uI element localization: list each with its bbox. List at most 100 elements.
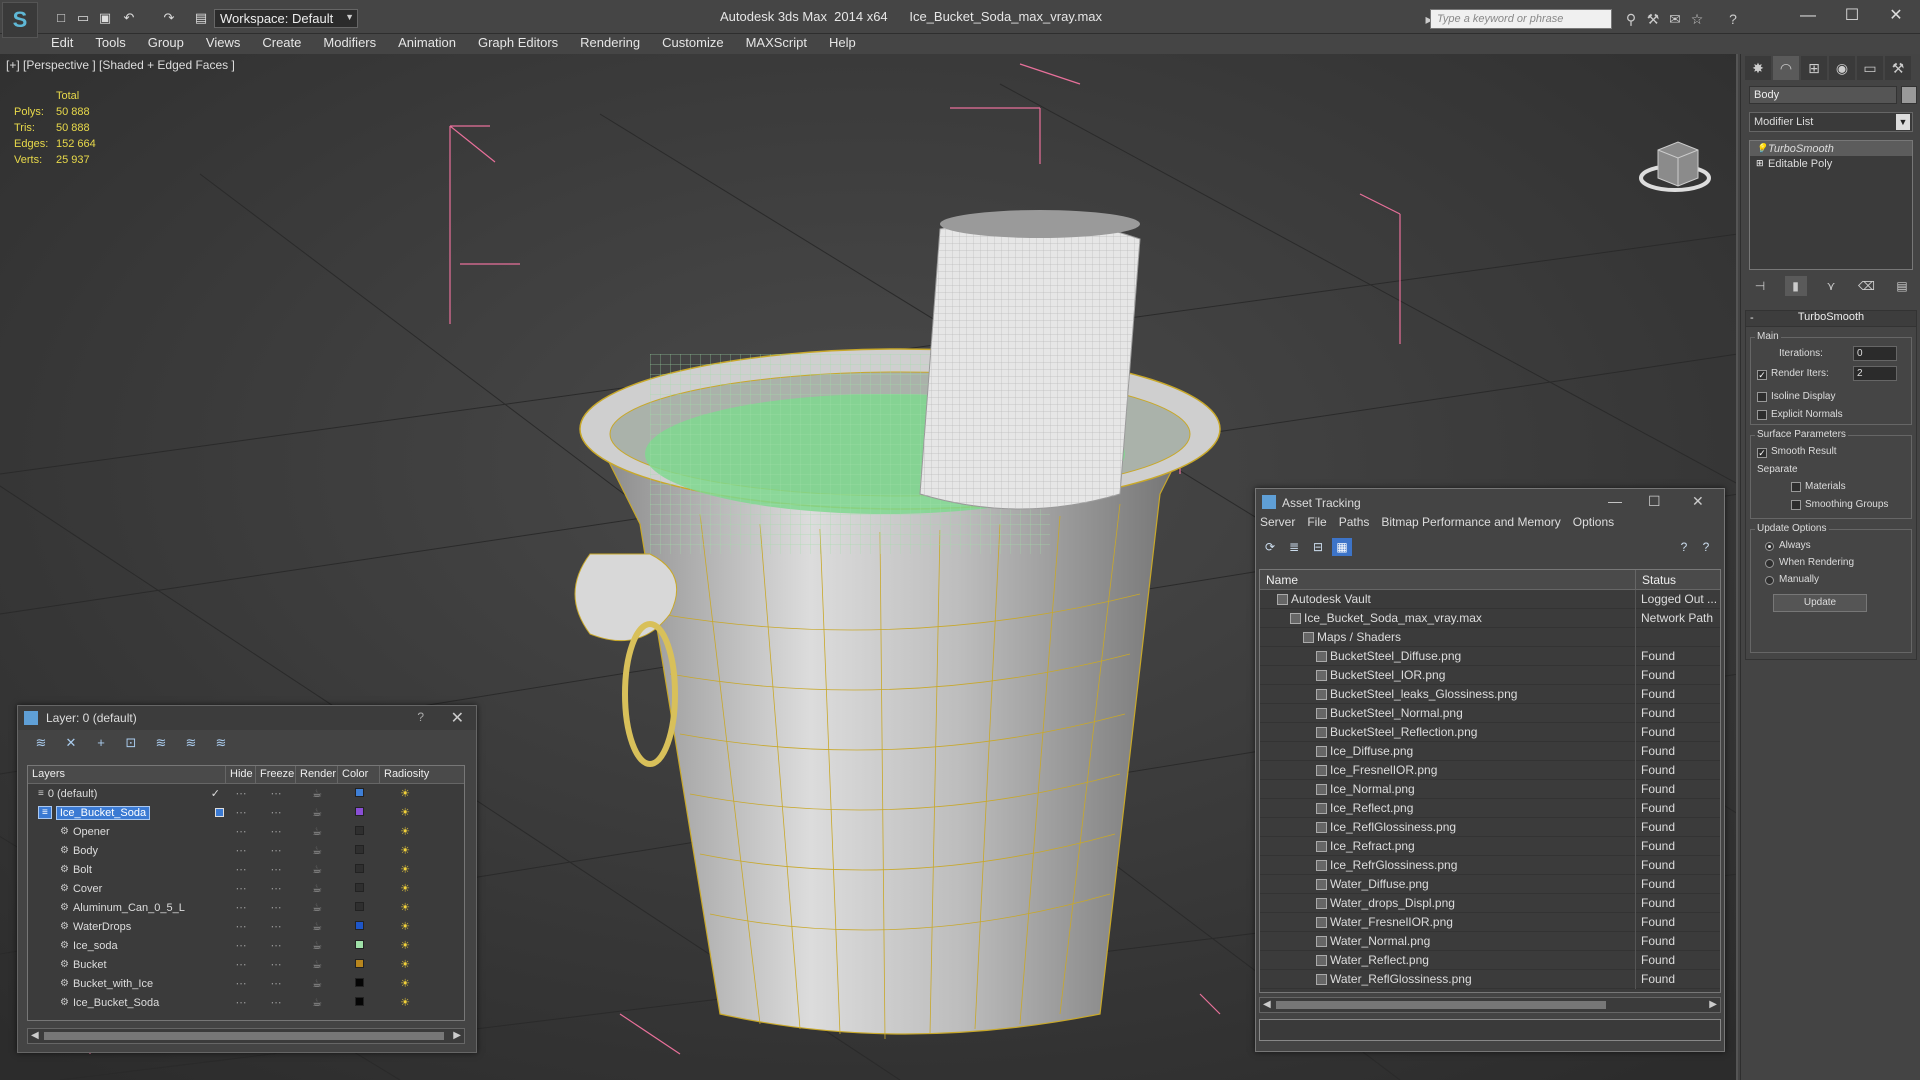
color-swatch-cell[interactable] xyxy=(338,958,380,971)
radiosity-icon[interactable]: ☀ xyxy=(380,920,430,933)
color-swatch-cell[interactable] xyxy=(338,977,380,990)
color-swatch[interactable] xyxy=(354,844,364,854)
asset-row[interactable]: Ice_ReflGlossiness.png Found xyxy=(1260,817,1720,837)
horizontal-scrollbar[interactable]: ◀ ▶ xyxy=(1259,997,1721,1013)
configure-sets-icon[interactable]: ▤ xyxy=(1891,276,1913,296)
asset-name-cell[interactable]: Maps / Shaders xyxy=(1260,627,1636,647)
freeze-toggle[interactable]: ⋯ xyxy=(256,958,296,971)
freeze-toggle[interactable]: ⋯ xyxy=(256,920,296,933)
radiosity-icon[interactable]: ☀ xyxy=(380,901,430,914)
close-icon[interactable]: ✕ xyxy=(1874,2,1918,30)
freeze-toggle[interactable]: ⋯ xyxy=(256,996,296,1009)
maximize-icon[interactable]: ☐ xyxy=(1830,2,1874,30)
render-teapot-icon[interactable]: ☕ xyxy=(296,844,338,857)
help-icon[interactable]: ? xyxy=(1724,10,1742,28)
layer-row[interactable]: ≡ 0 (default) ✓ ⋯ ⋯ ☕ ☀ xyxy=(28,784,464,803)
modifier-list-dropdown[interactable]: Modifier List ▼ xyxy=(1749,112,1913,132)
show-end-result-icon[interactable]: ▮ xyxy=(1784,276,1807,296)
asset-row[interactable]: Water_FresnelIOR.png Found xyxy=(1260,912,1720,932)
stack-item-turbosmooth[interactable]: 💡 TurboSmooth xyxy=(1750,141,1912,156)
asset-name-cell[interactable]: BucketSteel_IOR.png xyxy=(1260,665,1636,685)
layer-row[interactable]: ⚙ WaterDrops ⋯ ⋯ ☕ ☀ xyxy=(28,917,464,936)
radiosity-icon[interactable]: ☀ xyxy=(380,882,430,895)
freeze-toggle[interactable]: ⋯ xyxy=(256,939,296,952)
isoline-checkbox[interactable] xyxy=(1757,392,1767,402)
asset-row[interactable]: BucketSteel_leaks_Glossiness.png Found xyxy=(1260,684,1720,704)
radiosity-icon[interactable]: ☀ xyxy=(380,939,430,952)
menu-customize[interactable]: Customize xyxy=(651,34,734,52)
hierarchy-tab-icon[interactable]: ⊞ xyxy=(1801,56,1827,80)
asset-row[interactable]: Maps / Shaders xyxy=(1260,627,1720,647)
layer-name-cell[interactable]: ⚙ Ice_Bucket_Soda xyxy=(28,997,226,1009)
col-radiosity[interactable]: Radiosity xyxy=(380,766,440,783)
menu-paths[interactable]: Paths xyxy=(1339,515,1370,535)
layer-row[interactable]: ⚙ Cover ⋯ ⋯ ☕ ☀ xyxy=(28,879,464,898)
freeze-all-layers-icon[interactable]: ≋ xyxy=(210,733,232,753)
color-swatch[interactable] xyxy=(354,977,364,987)
display-tab-icon[interactable]: ▭ xyxy=(1857,56,1883,80)
layer-row[interactable]: ⚙ Bucket ⋯ ⋯ ☕ ☀ xyxy=(28,955,464,974)
hide-toggle[interactable]: ⋯ xyxy=(226,920,256,933)
layer-row[interactable]: ⚙ Body ⋯ ⋯ ☕ ☀ xyxy=(28,841,464,860)
redo-icon[interactable]: ↷ xyxy=(160,10,178,26)
color-swatch[interactable] xyxy=(354,806,364,816)
freeze-toggle[interactable]: ⋯ xyxy=(256,901,296,914)
hide-toggle[interactable]: ⋯ xyxy=(226,787,256,800)
layer-name-cell[interactable]: ⚙ Aluminum_Can_0_5_L xyxy=(28,902,226,914)
hide-toggle[interactable]: ⋯ xyxy=(226,863,256,876)
render-iters-spinner[interactable]: 2 xyxy=(1853,366,1897,381)
layer-row[interactable]: ⚙ Ice_Bucket_Soda ⋯ ⋯ ☕ ☀ xyxy=(28,993,464,1012)
render-teapot-icon[interactable]: ☕ xyxy=(296,863,338,876)
render-iters-checkbox[interactable]: ✓ xyxy=(1757,370,1767,380)
expand-plus-icon[interactable]: ⊞ xyxy=(1756,158,1768,169)
add-to-layer-icon[interactable]: + xyxy=(90,733,112,753)
delete-layer-icon[interactable]: ✕ xyxy=(60,733,82,753)
hide-toggle[interactable]: ⋯ xyxy=(226,806,256,819)
menu-modifiers[interactable]: Modifiers xyxy=(312,34,387,52)
smooth-result-checkbox[interactable]: ✓ xyxy=(1757,448,1767,458)
close-icon[interactable]: ✕ xyxy=(451,708,464,728)
asset-path-field[interactable] xyxy=(1259,1019,1721,1041)
hide-toggle[interactable]: ⋯ xyxy=(226,825,256,838)
current-layer-toggle[interactable] xyxy=(215,808,224,817)
stack-item-editable-poly[interactable]: ⊞ Editable Poly xyxy=(1750,156,1912,171)
lightbulb-icon[interactable]: 💡 xyxy=(1756,143,1768,154)
asset-row[interactable]: Ice_Diffuse.png Found xyxy=(1260,741,1720,761)
object-name-field[interactable]: Body xyxy=(1749,86,1897,104)
col-render[interactable]: Render xyxy=(296,766,338,783)
render-teapot-icon[interactable]: ☕ xyxy=(296,996,338,1009)
asset-name-cell[interactable]: Water_Normal.png xyxy=(1260,931,1636,951)
menu-help[interactable]: Help xyxy=(818,34,867,52)
asset-name-cell[interactable]: Ice_Diffuse.png xyxy=(1260,741,1636,761)
motion-tab-icon[interactable]: ◉ xyxy=(1829,56,1855,80)
save-file-icon[interactable]: ▣ xyxy=(96,10,114,26)
layer-row[interactable]: ⚙ Bucket_with_Ice ⋯ ⋯ ☕ ☀ xyxy=(28,974,464,993)
asset-name-cell[interactable]: Autodesk Vault xyxy=(1260,589,1636,609)
asset-row[interactable]: Ice_Normal.png Found xyxy=(1260,779,1720,799)
help-icon[interactable]: ? xyxy=(1674,538,1694,556)
color-swatch-cell[interactable] xyxy=(338,787,380,800)
color-swatch[interactable] xyxy=(354,825,364,835)
always-radio[interactable] xyxy=(1765,542,1774,551)
close-icon[interactable]: ✕ xyxy=(1692,493,1704,510)
layer-name-cell[interactable]: ⚙ Cover xyxy=(28,883,226,895)
radiosity-icon[interactable]: ☀ xyxy=(380,958,430,971)
modify-tab-icon[interactable]: ◠ xyxy=(1773,56,1799,80)
dialog-titlebar[interactable]: Layer: 0 (default) ? ✕ xyxy=(18,706,476,730)
render-teapot-icon[interactable]: ☕ xyxy=(296,901,338,914)
communication-icon[interactable]: ✉ xyxy=(1666,10,1684,28)
radiosity-icon[interactable]: ☀ xyxy=(380,844,430,857)
refresh-icon[interactable]: ⟳ xyxy=(1260,538,1280,556)
layer-row[interactable]: ⚙ Aluminum_Can_0_5_L ⋯ ⋯ ☕ ☀ xyxy=(28,898,464,917)
freeze-toggle[interactable]: ⋯ xyxy=(256,863,296,876)
hide-toggle[interactable]: ⋯ xyxy=(226,901,256,914)
when-rendering-radio[interactable] xyxy=(1765,559,1774,568)
color-swatch[interactable] xyxy=(354,920,364,930)
layer-row[interactable]: ⚙ Bolt ⋯ ⋯ ☕ ☀ xyxy=(28,860,464,879)
freeze-toggle[interactable]: ⋯ xyxy=(256,844,296,857)
scroll-left-icon[interactable]: ◀ xyxy=(1263,998,1271,1012)
hide-toggle[interactable]: ⋯ xyxy=(226,958,256,971)
asset-row[interactable]: Autodesk Vault Logged Out ... xyxy=(1260,589,1720,609)
scroll-right-icon[interactable]: ▶ xyxy=(453,1029,461,1043)
hide-toggle[interactable]: ⋯ xyxy=(226,844,256,857)
